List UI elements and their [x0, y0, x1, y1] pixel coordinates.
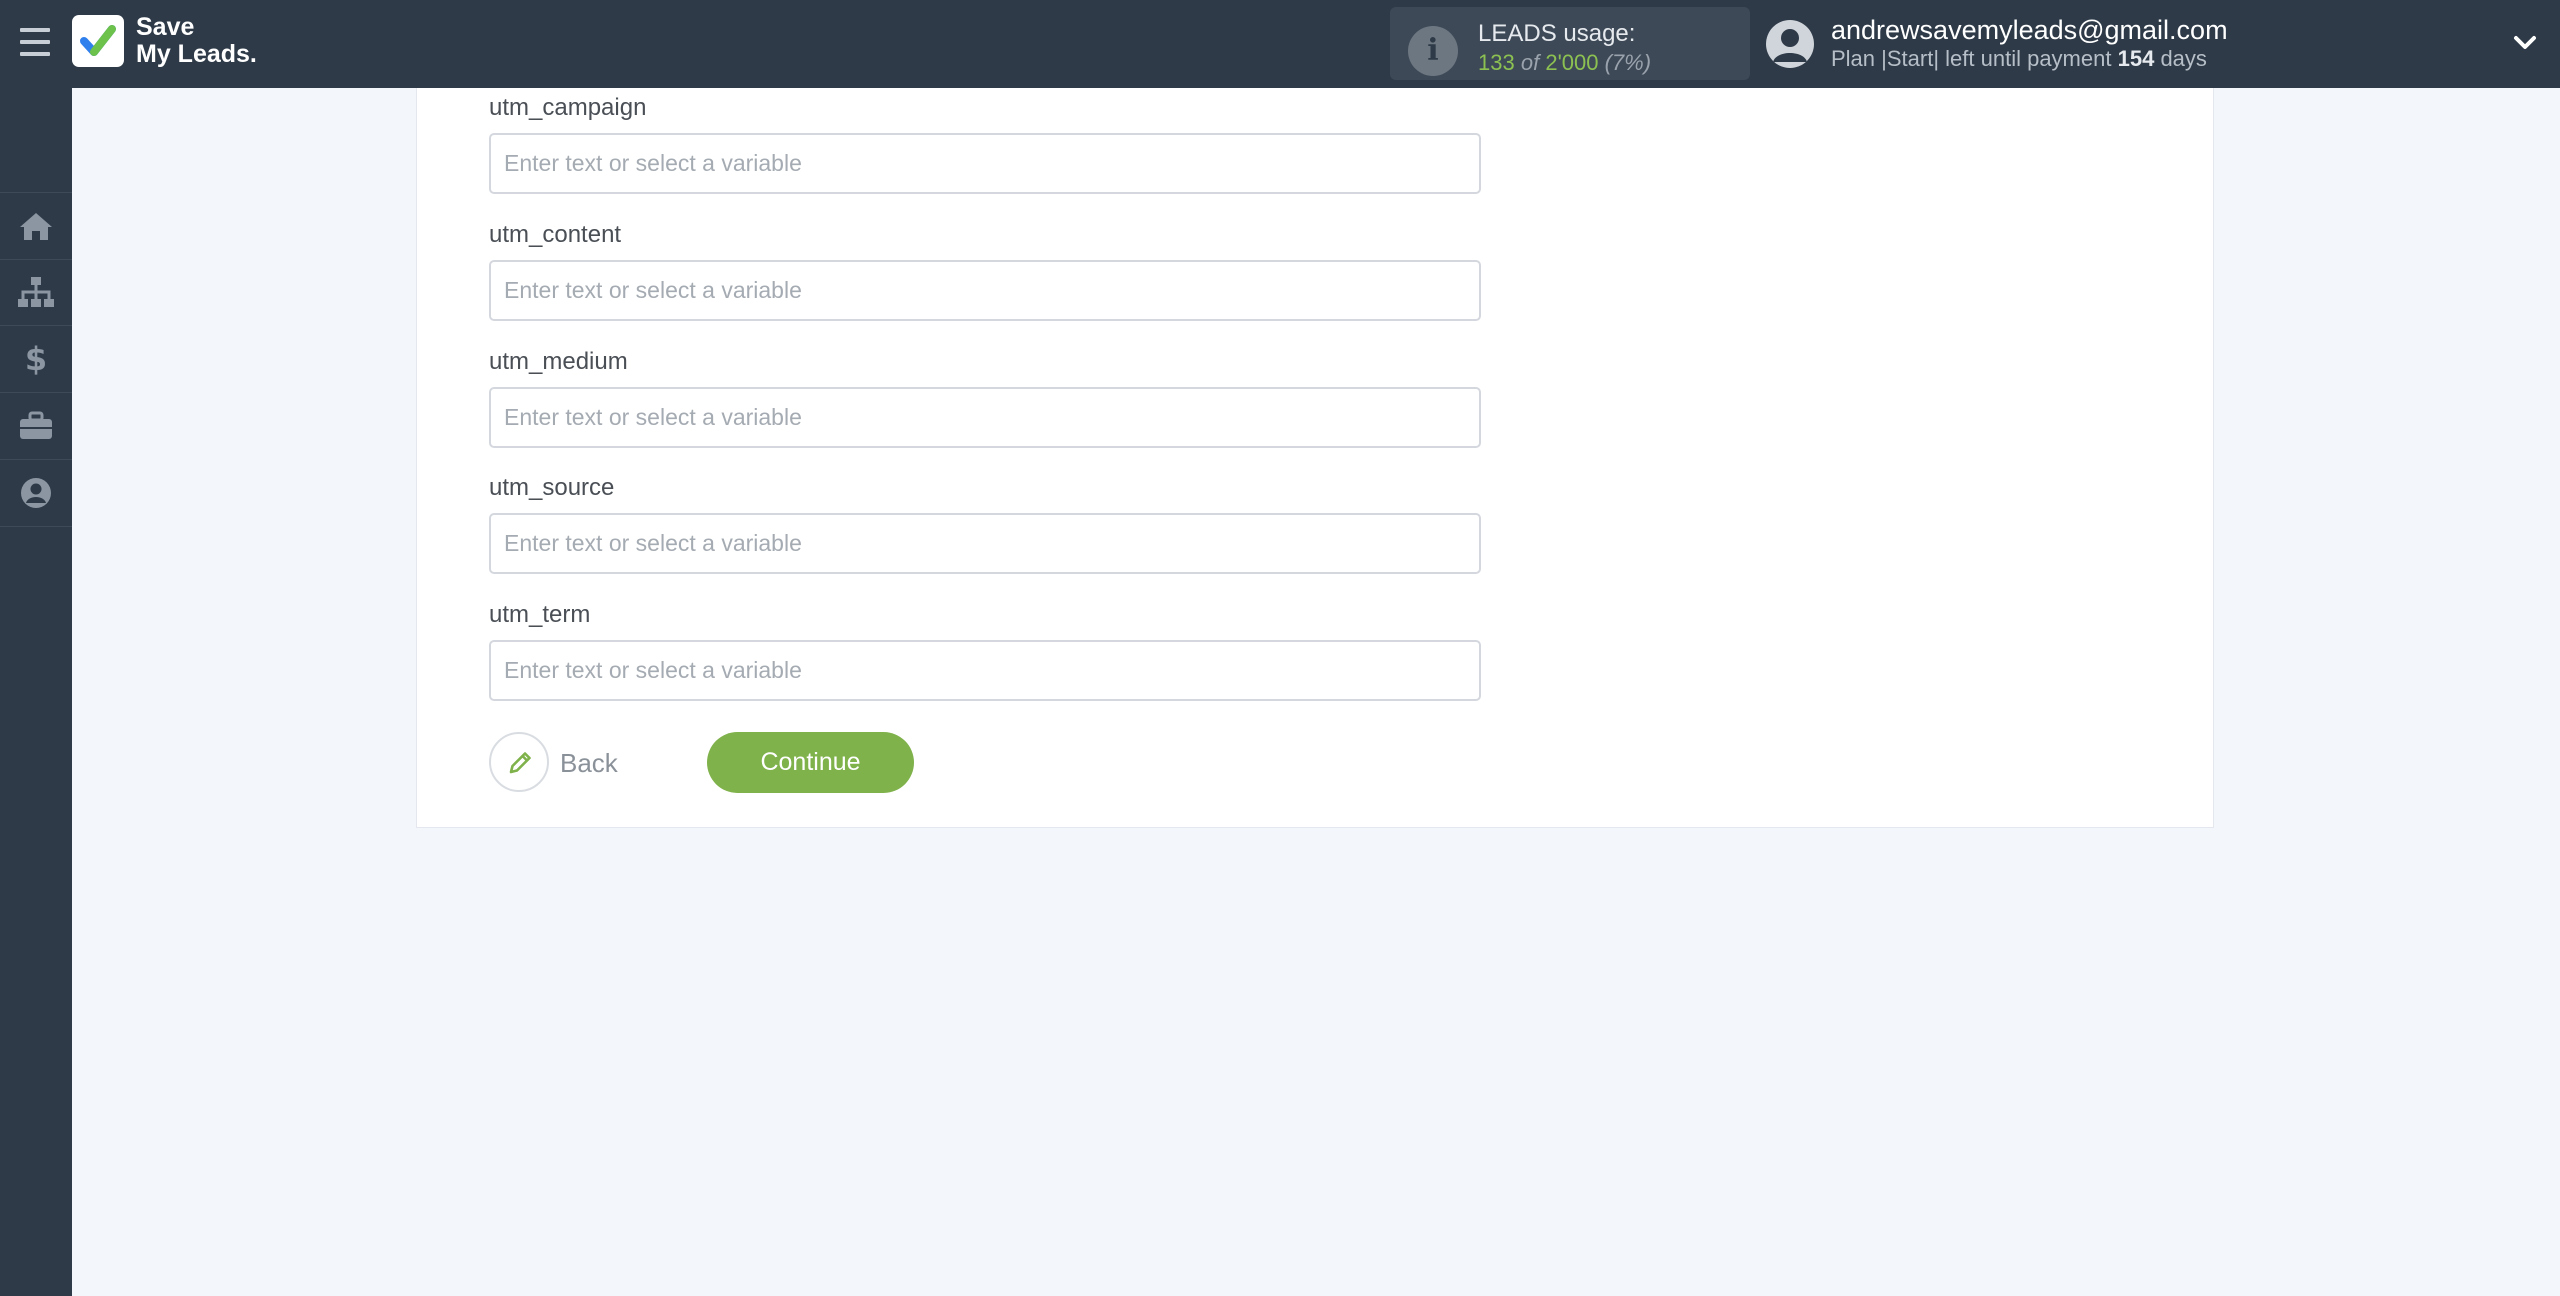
field-label-utm-source: utm_source	[489, 474, 615, 501]
field-label-utm-content: utm_content	[489, 221, 622, 248]
usage-label: LEADS usage:	[1478, 20, 1636, 47]
usage-percent: (7%)	[1604, 50, 1652, 75]
days-left: 154	[2117, 46, 2155, 71]
account-plan: Plan |Start| left until payment 154 days	[1831, 46, 2207, 72]
menu-icon[interactable]	[20, 28, 50, 60]
dollar-icon: $	[25, 342, 47, 376]
form-card	[416, 88, 2214, 828]
sitemap-icon	[18, 277, 54, 307]
utm-source-input[interactable]	[489, 513, 1481, 574]
top-bar: Save My Leads. i LEADS usage: 133 of 2'0…	[0, 0, 2560, 88]
usage-values: 133 of 2'000 (7%)	[1478, 50, 1651, 76]
back-circle	[489, 732, 549, 792]
usage-limit: 2'000	[1545, 50, 1599, 75]
field-label-utm-term: utm_term	[489, 601, 591, 628]
utm-content-input[interactable]	[489, 260, 1481, 321]
account-email[interactable]: andrewsavemyleads@gmail.com	[1831, 15, 2228, 46]
back-label: Back	[560, 748, 618, 778]
field-label-utm-campaign: utm_campaign	[489, 94, 647, 121]
logo-text[interactable]: Save My Leads.	[136, 14, 257, 68]
utm-term-input[interactable]	[489, 640, 1481, 701]
continue-button[interactable]: Continue	[707, 732, 914, 793]
usage-used: 133	[1478, 50, 1515, 75]
user-circle-icon	[21, 478, 51, 508]
avatar-icon[interactable]	[1766, 20, 1814, 68]
pencil-icon	[509, 752, 531, 774]
sidebar: $	[0, 88, 72, 1296]
leads-usage-panel: i LEADS usage: 133 of 2'000 (7%)	[1390, 7, 1750, 80]
chevron-down-icon[interactable]	[2510, 28, 2540, 58]
sidebar-item-profile[interactable]	[0, 460, 72, 527]
back-button[interactable]: Back	[489, 732, 629, 794]
logo-line-2: My Leads.	[136, 40, 257, 68]
sidebar-item-connections[interactable]	[0, 259, 72, 326]
field-label-utm-medium: utm_medium	[489, 348, 628, 375]
info-icon: i	[1408, 26, 1458, 76]
plan-text: Plan |Start| left until payment	[1831, 46, 2112, 71]
home-icon	[20, 213, 52, 240]
briefcase-icon	[20, 411, 52, 439]
logo-line-1: Save	[136, 13, 195, 41]
days-suffix: days	[2160, 46, 2207, 71]
utm-medium-input[interactable]	[489, 387, 1481, 448]
sidebar-item-billing[interactable]: $	[0, 326, 72, 393]
utm-campaign-input[interactable]	[489, 133, 1481, 194]
sidebar-item-home[interactable]	[0, 192, 72, 260]
svg-text:$: $	[25, 342, 47, 376]
logo-icon[interactable]	[72, 15, 124, 67]
usage-of: of	[1520, 50, 1540, 75]
sidebar-item-projects[interactable]	[0, 393, 72, 460]
